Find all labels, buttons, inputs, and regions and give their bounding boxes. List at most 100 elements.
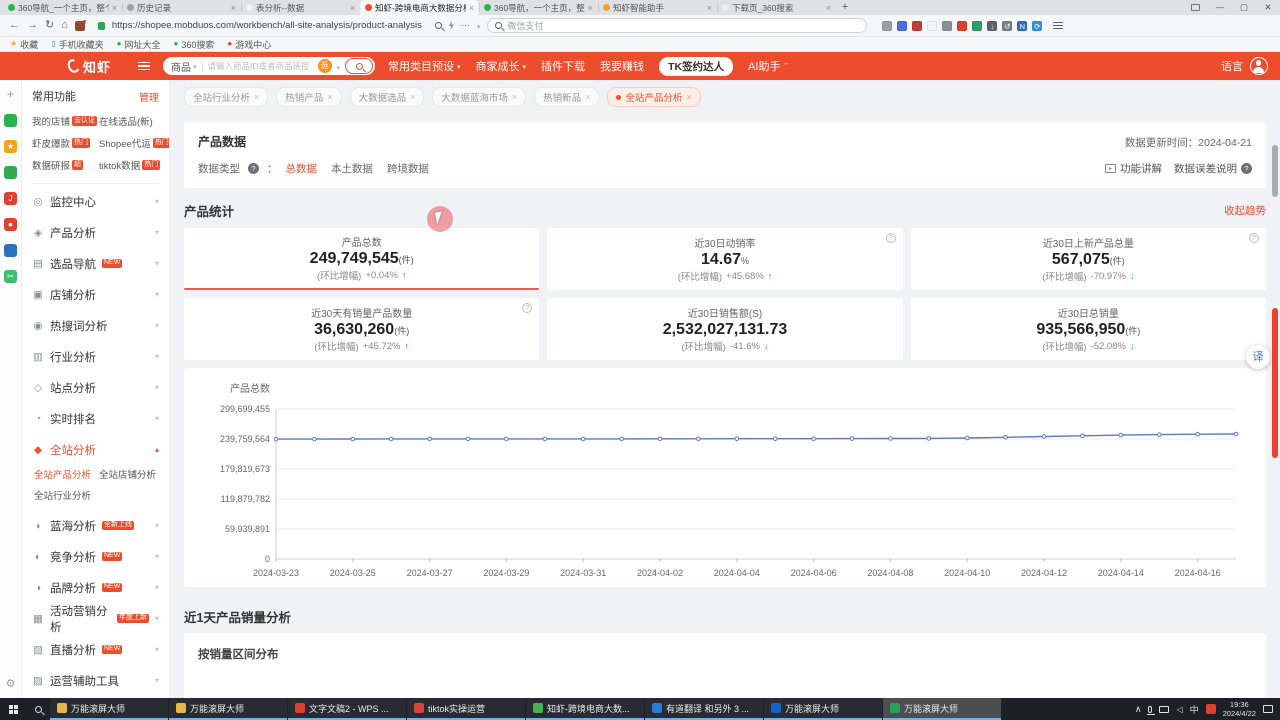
sidebar-menu-item[interactable]: ◔ 实时排名 [32,403,159,434]
extension-icon[interactable] [912,21,922,31]
close-icon[interactable]: × [410,92,415,102]
stat-card[interactable]: 近30日动销率 14.67% (环比增幅) +45.68% [547,228,902,290]
header-nav-item[interactable]: 商家成长 [476,58,527,74]
blue-app-icon[interactable] [4,244,17,257]
bookmark-item[interactable]: ● 网址大全 [117,38,161,51]
data-type-option[interactable]: 总数据 [286,161,318,176]
sidebar-menu-item[interactable]: ◖ 蓝海分析 全新上线 [32,510,159,541]
bookmark-item[interactable]: ● 游戏中心 [227,38,271,51]
extension-icon[interactable] [942,21,952,31]
search-category-select[interactable]: 商品 [171,59,197,74]
bookmark-item[interactable]: ★ 收藏 [10,38,38,51]
taskbar-app-button[interactable]: 知虾-跨境电商大数... [526,698,644,720]
taskbar-search-button[interactable] [26,706,50,713]
close-icon[interactable]: × [254,92,259,102]
close-icon[interactable]: × [585,92,590,102]
header-nav-item[interactable]: 插件下载 [541,58,585,74]
sidebar-menu-item[interactable]: ◐ 竞争分析 NEW [32,541,159,572]
taskbar-app-button[interactable]: 万能滚屏大师 [169,698,287,720]
sidebar-menu-item[interactable]: ◈ 产品分析 [32,217,159,248]
taskbar-app-button[interactable]: 万能滚屏大师 [50,698,168,720]
stat-card[interactable]: 近30日销售额(S) 2,532,027,131.73 (环比增幅) -41.6… [547,298,902,360]
ime-indicator[interactable]: 中 [1190,703,1199,716]
more-icon[interactable]: ⋯ [461,20,470,31]
close-icon[interactable]: × [350,3,355,13]
app-logo[interactable]: 知虾 [68,57,111,76]
workbench-chip[interactable]: 热销产品 × [276,87,341,107]
close-icon[interactable]: × [231,3,236,13]
sidebar-item-all-site-analysis[interactable]: ◆ 全站分析 [32,434,159,465]
bookmark-item[interactable]: ● 360搜索 [173,38,214,51]
sidebar-menu-item[interactable]: ◇ 站点分析 [32,372,159,403]
sidebar-menu-item[interactable]: ◉ 热搜词分析 [32,310,159,341]
sidebar-menu-item[interactable]: ▦ 活动营销分析 年度上新 [32,603,159,634]
info-icon[interactable] [522,303,532,313]
notification-icon[interactable] [1263,705,1273,713]
browser-tab[interactable]: 知虾-跨境电商大数据分析平台 × [360,0,479,15]
close-window-button[interactable]: ✕ [1256,0,1280,15]
close-icon[interactable]: × [588,3,593,13]
app-menu-icon[interactable] [138,62,150,70]
extension-icon[interactable]: ↓ [987,21,997,31]
url-text[interactable]: https://shopee.mobduos.com/workbench/all… [112,20,422,31]
taskbar-clock[interactable]: 19:36 2024/4/22 [1223,700,1256,719]
toolbar-search-input[interactable] [507,21,859,31]
guang-badge[interactable]: 逛 [318,59,332,73]
browser-menu-icon[interactable] [1053,22,1063,29]
data-type-option[interactable]: 跨境数据 [387,161,429,176]
workbench-chip[interactable]: 大数据选品 × [350,87,425,107]
quick-link[interactable]: tiktok数据 热门 [99,158,170,172]
translate-float-button[interactable]: 译 [1246,345,1270,369]
header-nav-item[interactable]: 常用类目预设 [388,58,461,74]
manage-link[interactable]: 管理 [139,89,159,104]
layout-icon[interactable] [1191,4,1200,11]
collapse-trend-link[interactable]: 收起趋势 [1224,203,1266,218]
security-tray-icon[interactable] [1206,704,1216,714]
shop-app-icon[interactable]: ● [4,218,17,231]
submenu-item[interactable]: 全站产品分析 [34,467,97,481]
scroll-indicator[interactable] [1272,308,1278,458]
browser-tab[interactable]: 知虾智能助手 × [598,0,717,15]
zoom-icon[interactable] [435,22,442,29]
extension-icon[interactable] [927,21,937,31]
browser-tab[interactable]: 历史记录 × [122,0,241,15]
quick-link[interactable]: 我的店铺 去认证 [32,114,97,128]
bookmark-item[interactable]: ▯ 手机收藏夹 [51,38,103,51]
help-icon[interactable] [248,163,259,174]
header-nav-item[interactable]: TK签约达人 [659,57,733,76]
speed-icon[interactable] [449,21,454,30]
sidebar-menu-item[interactable]: ◎ 监控中心 [32,186,159,217]
submenu-item[interactable]: 全站行业分析 [34,488,97,502]
extension-icon[interactable]: N [1017,21,1027,31]
quick-link[interactable]: 在线选品(新) [99,114,170,128]
new-tab-button[interactable]: + [836,0,854,15]
data-error-link[interactable]: 数据误差说明 [1174,161,1252,176]
sidebar-menu-item[interactable]: ▧ 直播分析 NEW [32,634,159,665]
screenshot-icon[interactable]: ✂ [4,270,17,283]
extension-icon[interactable] [957,21,967,31]
header-nav-item[interactable]: AI助手 ⌁ [748,58,788,74]
home-icon[interactable]: ⌂ [61,20,68,31]
chevron-down-icon[interactable] [337,57,341,75]
info-icon[interactable] [1249,233,1259,243]
trend-line-chart[interactable]: 059,939,891119,879,782179,819,673239,759… [194,397,1250,583]
stat-card[interactable]: 近30天有销量产品数量 36,630,260(件) (环比增幅) +45.72% [184,298,539,360]
microphone-icon[interactable] [1148,706,1152,713]
taskbar-app-button[interactable]: 有道翻译 和另外 3 ... [645,698,763,720]
red-app-icon[interactable]: J [4,192,17,205]
gallery-icon[interactable] [4,166,17,179]
close-icon[interactable]: × [686,92,691,102]
add-panel-icon[interactable]: + [4,88,17,101]
close-icon[interactable]: × [469,3,474,13]
workbench-chip[interactable]: 热销新品 × [534,87,599,107]
sidebar-menu-item[interactable]: ◑ 品牌分析 NEW [32,572,159,603]
extension-icon[interactable]: ↺ [1002,21,1012,31]
close-icon[interactable]: × [112,3,117,13]
product-search-box[interactable]: 商品 逛 [163,57,375,75]
close-icon[interactable]: × [512,92,517,102]
product-search-input[interactable] [208,61,313,71]
quick-link[interactable]: 数据研报 超 [32,158,97,172]
green-app-icon[interactable] [4,114,17,127]
stat-card[interactable]: 近30日总销量 935,566,950(件) (环比增幅) -52.08% [911,298,1266,360]
gear-icon[interactable]: ⚙ [6,679,16,690]
